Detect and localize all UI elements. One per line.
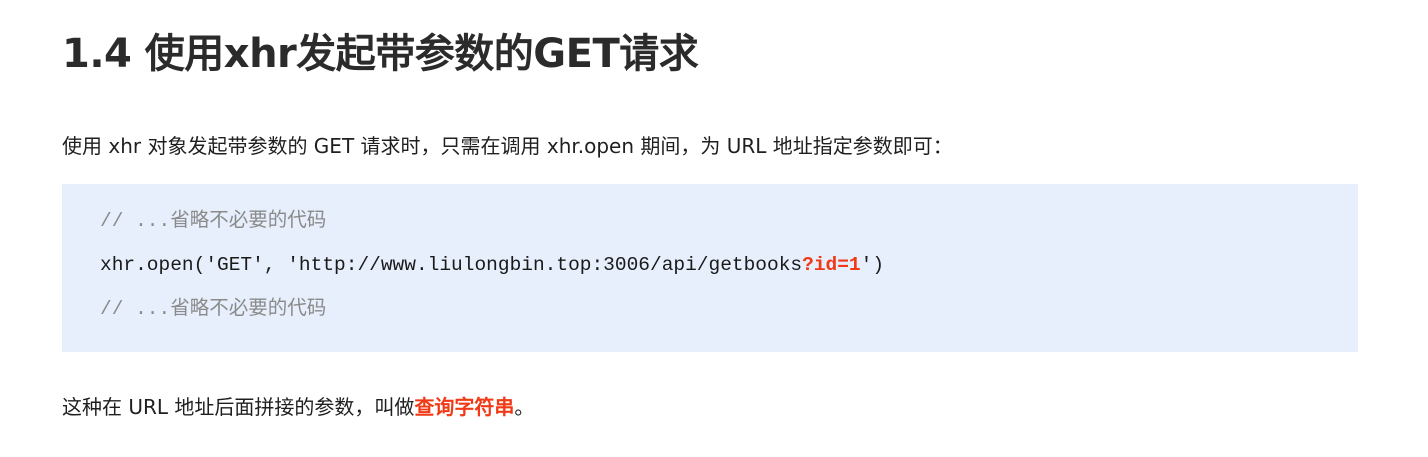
query-param-highlight: ?id=1: [802, 254, 861, 276]
section-heading: 1.4 使用xhr发起带参数的GET请求: [62, 31, 699, 77]
outro-end: 。: [514, 395, 535, 419]
code-line-suffix: '): [860, 254, 885, 276]
code-block: // ...省略不必要的代码 xhr.open('GET', 'http://w…: [62, 184, 1358, 352]
code-comment-bottom: // ...省略不必要的代码: [100, 298, 327, 320]
code-line-prefix: xhr.open('GET', 'http://www.liulongbin.t…: [100, 254, 803, 276]
outro-text: 这种在 URL 地址后面拼接的参数，叫做: [62, 395, 415, 419]
code-line-xhr-open: xhr.open('GET', 'http://www.liulongbin.t…: [100, 251, 884, 279]
query-string-term: 查询字符串: [414, 395, 515, 419]
code-comment-top: // ...省略不必要的代码: [100, 210, 327, 232]
outro-paragraph: 这种在 URL 地址后面拼接的参数，叫做查询字符串。: [62, 392, 534, 422]
intro-paragraph: 使用 xhr 对象发起带参数的 GET 请求时，只需在调用 xhr.open 期…: [62, 134, 953, 158]
